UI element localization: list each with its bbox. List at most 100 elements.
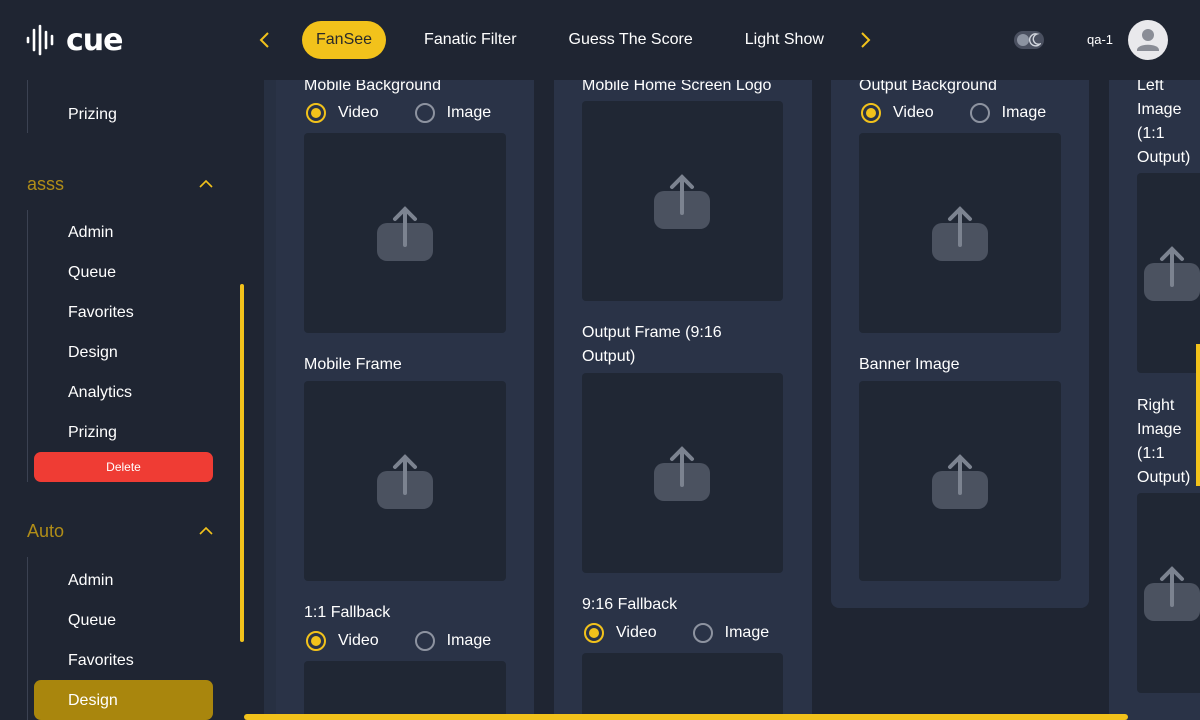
chevron-up-icon[interactable] — [198, 523, 214, 539]
sidebar-item-prizing[interactable]: Prizing — [68, 424, 117, 442]
left-image-label: Left Image (1:1 Output) — [1137, 80, 1191, 166]
main-content: Mobile Background Video Image Mobile Fra… — [244, 80, 1200, 720]
radio-label: Video — [616, 624, 657, 641]
top-bar: cue FanSee Fanatic Filter Guess The Scor… — [0, 0, 1200, 80]
radio-image[interactable]: Image — [692, 623, 770, 643]
upload-icon — [377, 206, 433, 261]
tree-line — [27, 210, 28, 482]
cue-logo[interactable]: cue — [24, 22, 123, 58]
sidebar-item-queue[interactable]: Queue — [68, 612, 116, 630]
upload-icon — [1144, 246, 1200, 301]
asset-column-2: Mobile Home Screen Logo Output Frame (9:… — [554, 80, 812, 720]
tabs-prev-button[interactable] — [252, 28, 276, 52]
upload-dropzone[interactable] — [582, 653, 783, 720]
upload-icon — [1144, 566, 1200, 621]
tabs-next-button[interactable] — [854, 28, 878, 52]
avatar[interactable] — [1128, 20, 1168, 60]
upload-icon — [932, 454, 988, 509]
content-horizontal-scrollbar[interactable] — [244, 714, 1128, 720]
radio-label: Image — [724, 624, 770, 641]
theme-toggle[interactable] — [1014, 31, 1044, 49]
radio-image[interactable]: Image — [414, 103, 492, 123]
upload-icon — [654, 446, 710, 501]
radio-label: Image — [446, 632, 492, 649]
radio-video[interactable]: Video — [306, 103, 379, 123]
radio-image[interactable]: Image — [414, 631, 492, 651]
tab-light-show[interactable]: Light Show — [731, 21, 838, 59]
radio-unchecked[interactable] — [692, 623, 713, 643]
mobile-background-label: Mobile Background — [304, 80, 441, 94]
output-frame-label: Output Frame (9:16 Output) — [582, 324, 722, 365]
radio-video[interactable]: Video — [306, 631, 379, 651]
upload-dropzone[interactable] — [582, 373, 783, 573]
upload-icon — [377, 454, 433, 509]
tab-fansee[interactable]: FanSee — [302, 21, 387, 59]
logo-text: cue — [66, 22, 123, 58]
output-background-label: Output Background — [859, 80, 997, 94]
mobile-frame-label: Mobile Frame — [304, 356, 402, 373]
tab-fanatic-filter[interactable]: Fanatic Filter — [410, 21, 530, 59]
fallback-9-16-type: Video Image — [584, 623, 805, 643]
upload-dropzone[interactable] — [304, 381, 506, 581]
sidebar-item-admin[interactable]: Admin — [68, 224, 113, 242]
radio-label: Image — [446, 104, 492, 121]
radio-unchecked[interactable] — [414, 631, 435, 651]
radio-checked[interactable] — [306, 631, 326, 651]
sidebar-item-admin[interactable]: Admin — [68, 572, 113, 590]
username[interactable]: qa-1 — [1087, 32, 1113, 47]
radio-video[interactable]: Video — [584, 623, 657, 643]
asset-column-1: Mobile Background Video Image Mobile Fra… — [276, 80, 534, 720]
moon-icon — [1029, 33, 1041, 47]
upload-dropzone[interactable] — [304, 661, 506, 720]
radio-video[interactable]: Video — [861, 103, 934, 123]
radio-label: Video — [338, 632, 379, 649]
sidebar-item-design[interactable]: Design — [68, 344, 118, 362]
upload-icon — [932, 206, 988, 261]
radio-label: Video — [338, 104, 379, 121]
output-background-type: Video Image — [861, 103, 1082, 123]
radio-checked[interactable] — [584, 623, 604, 643]
delete-button[interactable]: Delete — [34, 452, 213, 482]
radio-image[interactable]: Image — [969, 103, 1047, 123]
mobile-background-type: Video Image — [306, 103, 527, 123]
sidebar: Prizing asss Admin Queue Favorites Desig… — [0, 80, 240, 720]
upload-dropzone[interactable] — [859, 133, 1061, 333]
sidebar-item-queue[interactable]: Queue — [68, 264, 116, 282]
tab-guess-the-score[interactable]: Guess The Score — [555, 21, 707, 59]
sidebar-item-favorites[interactable]: Favorites — [68, 304, 134, 322]
right-image-label: Right Image (1:1 Output) — [1137, 397, 1191, 486]
fallback-1-1-label: 1:1 Fallback — [304, 604, 391, 621]
asset-column-3: Output Background Video Image Banner Ima… — [831, 80, 1089, 608]
user-icon — [1137, 29, 1159, 51]
upload-dropzone[interactable] — [582, 101, 783, 301]
radio-unchecked[interactable] — [969, 103, 990, 123]
sidebar-group-asss[interactable]: asss — [27, 174, 64, 195]
fallback-9-16-label: 9:16 Fallback — [582, 596, 678, 613]
sidebar-item-design[interactable]: Design — [68, 692, 118, 710]
upload-icon — [654, 174, 710, 229]
fallback-1-1-type: Video Image — [306, 631, 527, 651]
radio-unchecked[interactable] — [414, 103, 435, 123]
toggle-knob — [1017, 34, 1029, 46]
content-vertical-scrollbar[interactable] — [1196, 344, 1200, 486]
radio-label: Video — [893, 104, 934, 121]
tree-line — [27, 80, 28, 133]
waveform-icon — [26, 24, 54, 56]
radio-checked[interactable] — [306, 103, 326, 123]
tree-line — [27, 557, 28, 720]
upload-dropzone[interactable] — [1137, 173, 1200, 373]
sidebar-item-design-active[interactable] — [34, 680, 213, 720]
sidebar-item-favorites[interactable]: Favorites — [68, 652, 134, 670]
sidebar-group-auto[interactable]: Auto — [27, 521, 64, 542]
upload-dropzone[interactable] — [859, 381, 1061, 581]
chevron-up-icon[interactable] — [198, 176, 214, 192]
radio-label: Image — [1001, 104, 1047, 121]
sidebar-item-analytics[interactable]: Analytics — [68, 384, 132, 402]
upload-dropzone[interactable] — [304, 133, 506, 333]
asset-column-4: Left Image (1:1 Output) Right Image (1:1… — [1109, 80, 1200, 720]
radio-checked[interactable] — [861, 103, 881, 123]
banner-image-label: Banner Image — [859, 356, 960, 373]
chevron-left-icon — [259, 32, 269, 48]
upload-dropzone[interactable] — [1137, 493, 1200, 693]
sidebar-item-prizing[interactable]: Prizing — [68, 106, 117, 124]
